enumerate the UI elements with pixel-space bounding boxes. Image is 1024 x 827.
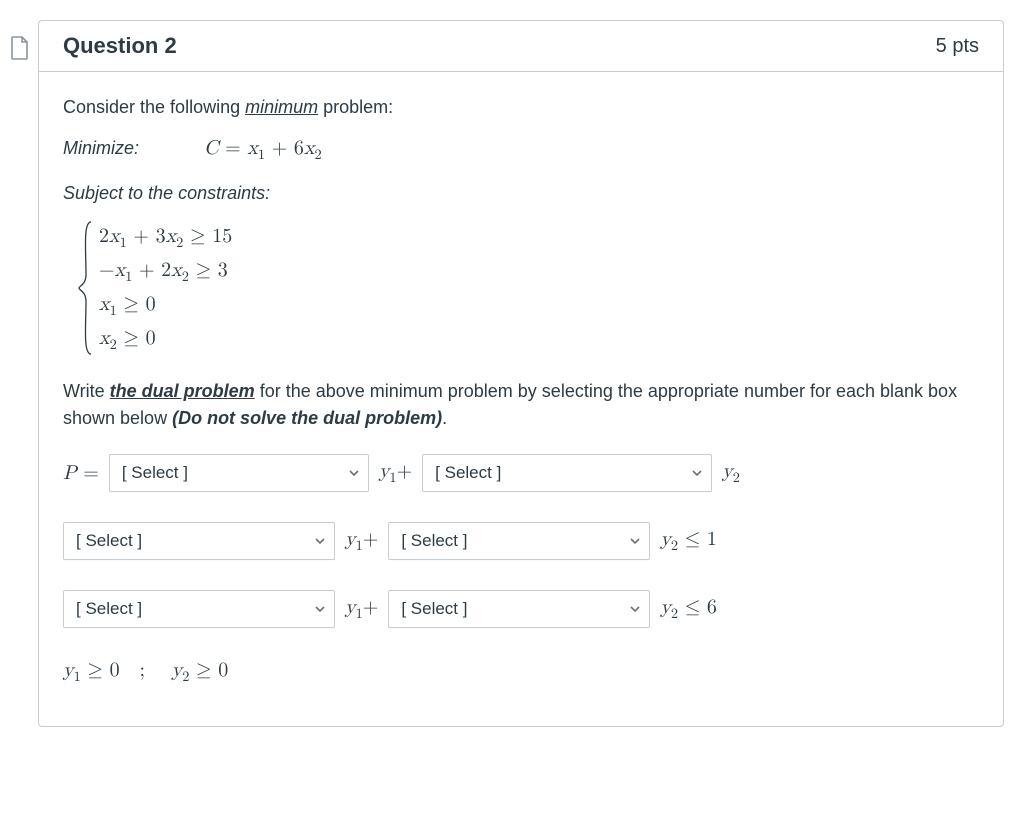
label-y2: y2 <box>722 459 740 487</box>
label-y1-plus: y1+ <box>379 459 412 487</box>
chevron-down-icon <box>629 603 641 615</box>
chevron-down-icon <box>314 603 326 615</box>
page-icon <box>8 20 32 60</box>
question-points: 5 pts <box>936 35 979 58</box>
question-header: Question 2 5 pts <box>39 21 1003 72</box>
dual-objective-row: P = [ Select ] y1+ [ Select ] y2 <box>63 454 979 492</box>
minimize-line: Minimize: C = x1 + 6x2 <box>63 134 979 166</box>
brace-icon <box>77 220 93 356</box>
constraint-2: −x1 + 2x2 ≥ 3 <box>99 254 232 288</box>
objective-expr: C = x1 + 6x2 <box>204 138 322 158</box>
dual-constraint-2: [ Select ] y1+ [ Select ] y2 ≤ 6 <box>63 590 979 628</box>
select-c2-coef-y2[interactable]: [ Select ] <box>388 590 650 628</box>
chevron-down-icon <box>691 467 703 479</box>
chevron-down-icon <box>629 535 641 547</box>
constraints-lines: 2x1 + 3x2 ≥ 15 −x1 + 2x2 ≥ 3 x1 ≥ 0 x2 ≥… <box>93 220 232 356</box>
task-line: Write the dual problem for the above min… <box>63 378 979 432</box>
dual-constraint-1: [ Select ] y1+ [ Select ] y2 ≤ 1 <box>63 522 979 560</box>
question-card: Question 2 5 pts Consider the following … <box>38 20 1004 727</box>
question-title: Question 2 <box>63 33 177 59</box>
constraints-block: 2x1 + 3x2 ≥ 15 −x1 + 2x2 ≥ 3 x1 ≥ 0 x2 ≥… <box>77 220 979 356</box>
select-c1-coef-y2[interactable]: [ Select ] <box>388 522 650 560</box>
constraint-4: x2 ≥ 0 <box>99 322 232 356</box>
chevron-down-icon <box>314 535 326 547</box>
question-body: Consider the following minimum problem: … <box>39 72 1003 726</box>
label-y1-plus: y1+ <box>345 527 378 555</box>
label-y1-plus: y1+ <box>345 595 378 623</box>
select-c1-coef-y1[interactable]: [ Select ] <box>63 522 335 560</box>
constraint-1: 2x1 + 3x2 ≥ 15 <box>99 220 232 254</box>
select-P-coef-y2[interactable]: [ Select ] <box>422 454 712 492</box>
constraints-label: Subject to the constraints: <box>63 180 979 206</box>
chevron-down-icon <box>348 467 360 479</box>
dual-nonneg: y1 ≥ 0 ; y2 ≥ 0 <box>63 658 979 686</box>
intro-line: Consider the following minimum problem: <box>63 94 979 120</box>
label-y2-le6: y2 ≤ 6 <box>660 595 717 623</box>
select-P-coef-y1[interactable]: [ Select ] <box>109 454 369 492</box>
constraint-3: x1 ≥ 0 <box>99 288 232 322</box>
label-P: P = <box>63 461 99 485</box>
label-y2-le1: y2 ≤ 1 <box>660 527 717 555</box>
select-c2-coef-y1[interactable]: [ Select ] <box>63 590 335 628</box>
